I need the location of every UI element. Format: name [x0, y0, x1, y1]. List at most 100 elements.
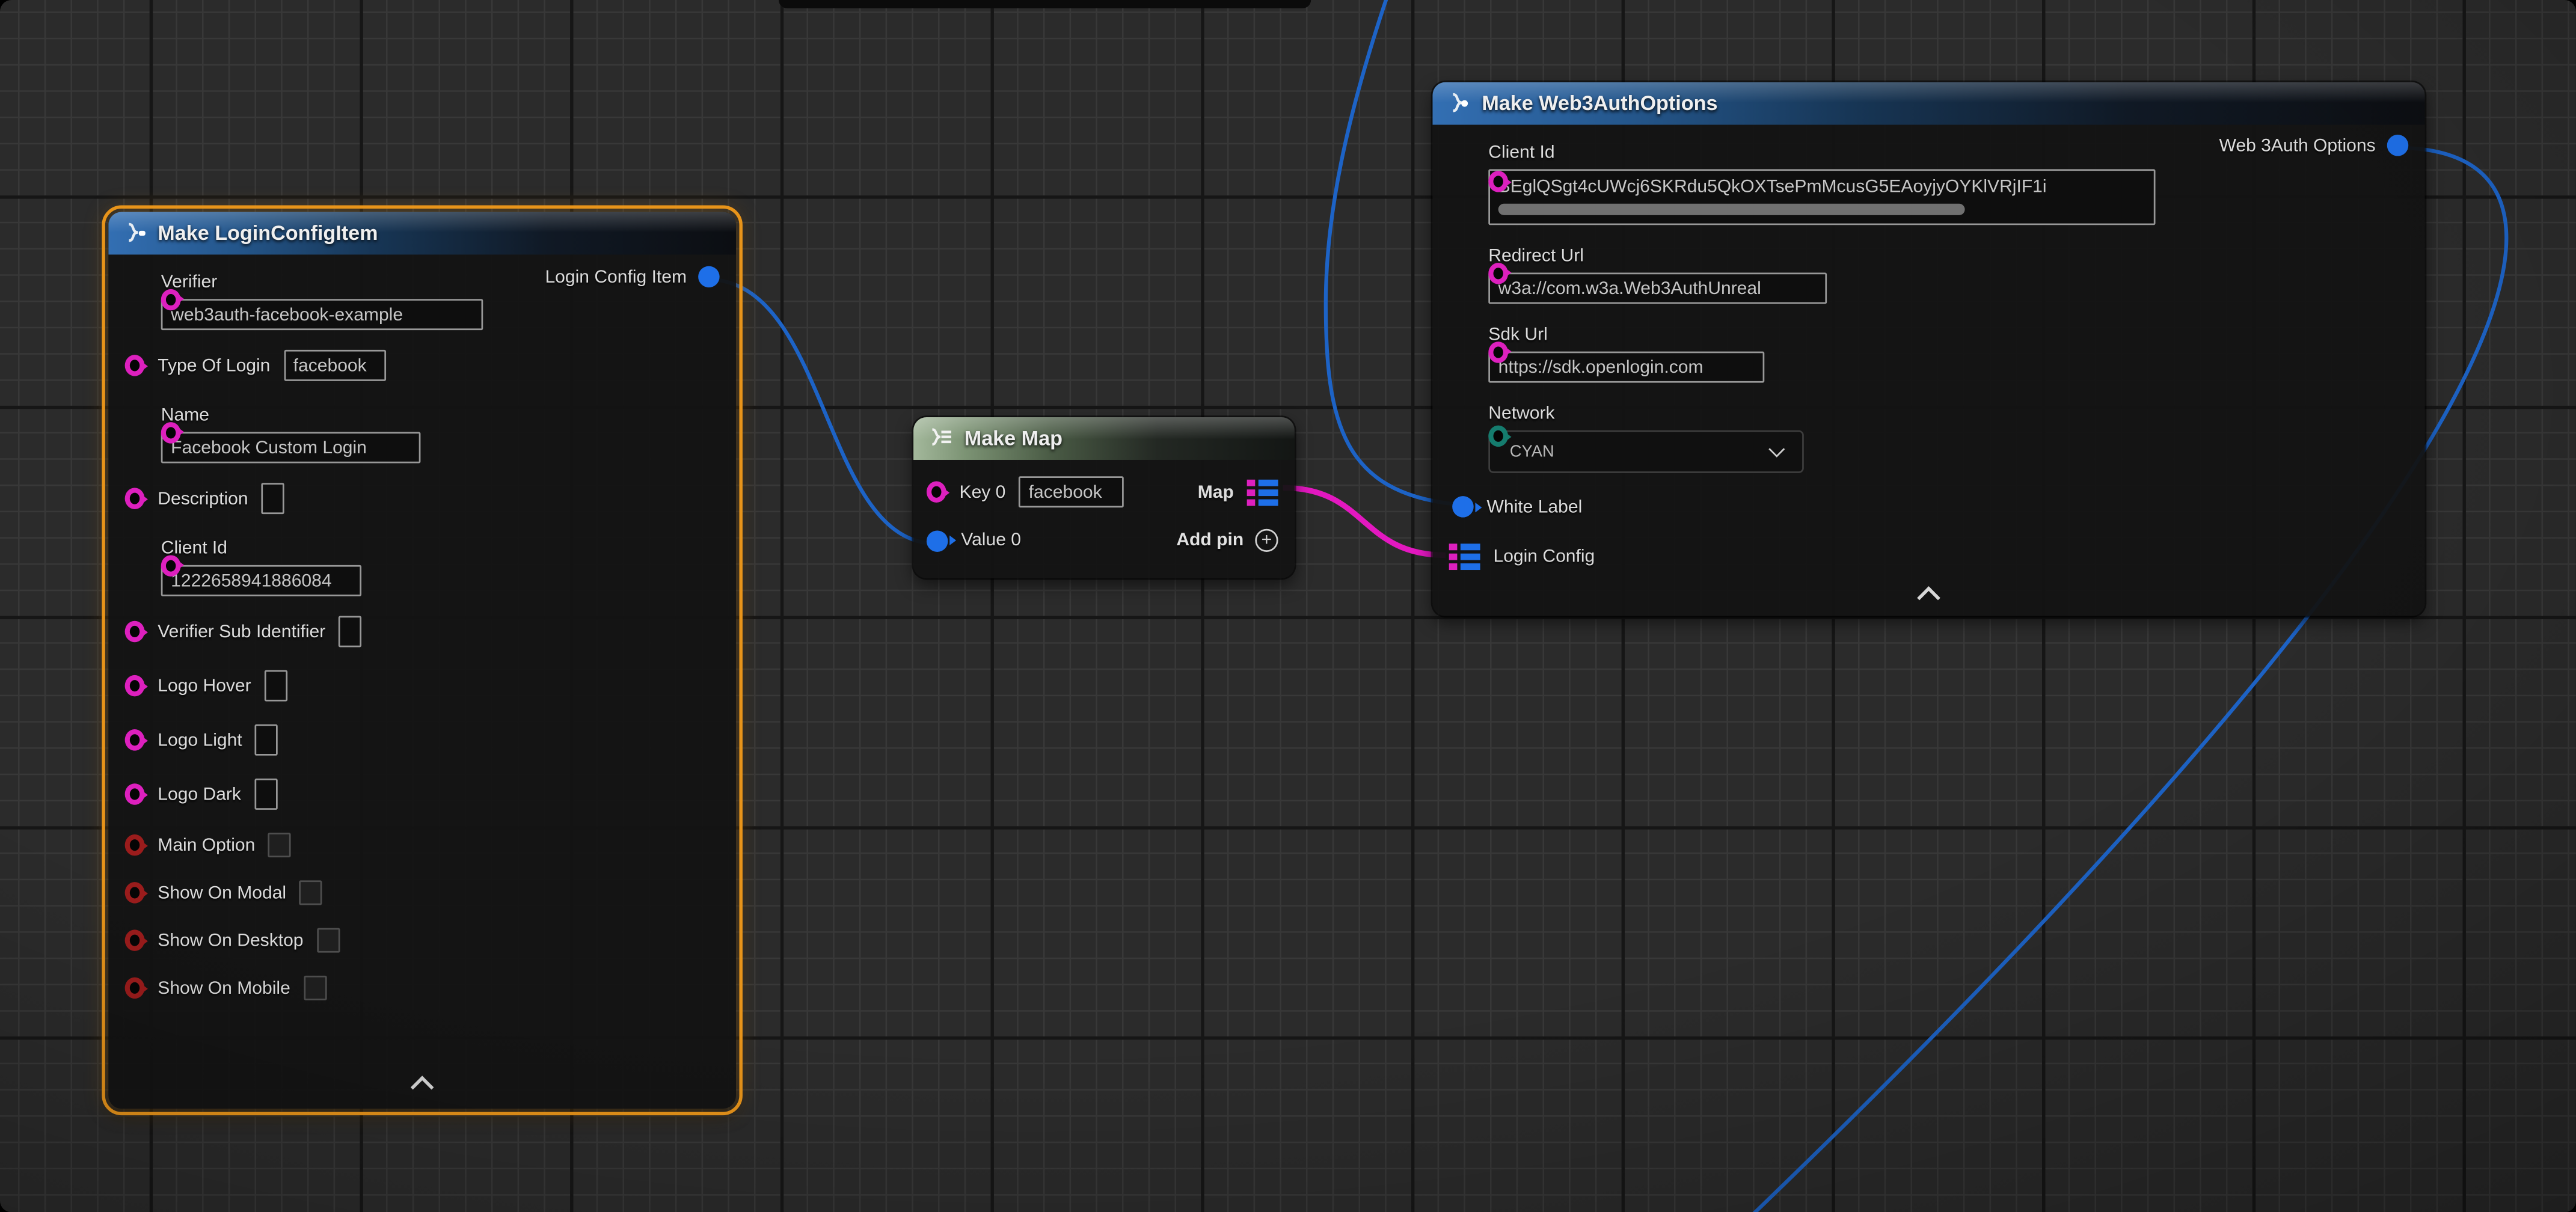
- pin-row-client-id: Client Id 1222658941886084: [125, 537, 723, 596]
- offscreen-node-edge[interactable]: [779, 0, 1311, 8]
- pin-label: Network: [1488, 402, 2411, 425]
- pin-row-value0: Value 0 Add pin: [927, 529, 1278, 552]
- pin-row-verifier: Verifier web3auth-facebook-example: [125, 271, 723, 330]
- client-id-input[interactable]: 1222658941886084: [161, 565, 361, 596]
- key0-input[interactable]: facebook: [1019, 476, 1124, 507]
- pin-label: Login Config: [1493, 547, 1595, 567]
- value0-pin[interactable]: [927, 530, 948, 551]
- pin-label: White Label: [1487, 497, 1583, 516]
- collapse-chevron-icon[interactable]: [411, 1076, 434, 1099]
- pin-row-description: Description: [125, 483, 723, 514]
- add-pin-label: Add pin: [1176, 530, 1244, 550]
- pin-row-white-label: White Label: [1452, 496, 2412, 518]
- network-pin[interactable]: [1488, 426, 1508, 447]
- main-option-pin[interactable]: [125, 834, 145, 856]
- node-header[interactable]: Make Map: [913, 417, 1295, 460]
- logo-light-pin[interactable]: [125, 729, 145, 751]
- pin-row-name: Name Facebook Custom Login: [125, 404, 723, 463]
- network-dropdown[interactable]: CYAN: [1488, 430, 1804, 473]
- pin-label: Show On Modal: [158, 883, 286, 903]
- name-input[interactable]: Facebook Custom Login: [161, 432, 421, 464]
- logo-light-input[interactable]: [256, 724, 278, 756]
- white-label-pin[interactable]: [1452, 496, 1474, 518]
- pin-label: Client Id: [161, 537, 723, 560]
- pin-row-sdk-url: Sdk Url https://sdk.openlogin.com: [1452, 323, 2412, 382]
- pin-row-logo-dark: Logo Dark: [125, 779, 723, 810]
- sdk-url-input[interactable]: https://sdk.openlogin.com: [1488, 352, 1764, 383]
- collapse-row: [108, 1074, 736, 1096]
- pin-label: Main Option: [158, 835, 255, 855]
- pin-label: Verifier Sub Identifier: [158, 622, 325, 641]
- client-id-scrollbar[interactable]: [1498, 204, 1964, 215]
- client-id-pin[interactable]: [1488, 171, 1508, 192]
- add-pin-plus-icon: [1255, 529, 1278, 552]
- pin-label: Client Id: [1488, 141, 2411, 164]
- description-pin[interactable]: [125, 488, 145, 509]
- pin-row-logo-hover: Logo Hover: [125, 670, 723, 702]
- make-struct-icon: [1447, 92, 1470, 115]
- collapse-chevron-icon[interactable]: [1917, 586, 1940, 610]
- show-on-desktop-pin[interactable]: [125, 929, 145, 951]
- pin-row-logo-light: Logo Light: [125, 724, 723, 756]
- graph-canvas[interactable]: Make LoginConfigItem Login Config Item V…: [0, 0, 2576, 1212]
- pin-label: Verifier: [161, 271, 723, 294]
- pin-row-redirect-url: Redirect Url w3a://com.w3a.Web3AuthUnrea…: [1452, 245, 2412, 304]
- logo-hover-pin[interactable]: [125, 675, 145, 697]
- key0-pin[interactable]: [927, 482, 946, 503]
- type-of-login-input[interactable]: facebook: [283, 350, 385, 381]
- node-title: Make Map: [964, 427, 1063, 450]
- add-pin-button[interactable]: Add pin: [1176, 529, 1278, 552]
- node-make-map[interactable]: Make Map Key 0 facebook Map: [913, 417, 1295, 578]
- pin-label: Logo Light: [158, 730, 242, 750]
- pin-row-network: Network CYAN: [1452, 402, 2412, 473]
- login-config-pin[interactable]: [1449, 543, 1480, 570]
- pin-label: Value 0: [961, 530, 1021, 550]
- show-on-modal-pin[interactable]: [125, 882, 145, 904]
- pin-row-login-config: Login Config: [1449, 543, 2412, 570]
- pin-label: Show On Desktop: [158, 931, 303, 950]
- description-input[interactable]: [261, 483, 284, 514]
- show-on-desktop-checkbox[interactable]: [316, 928, 339, 953]
- map-output-pin[interactable]: [1247, 479, 1278, 505]
- type-of-login-pin[interactable]: [125, 355, 145, 376]
- pin-label: Redirect Url: [1488, 245, 2411, 268]
- pin-label: Description: [158, 489, 248, 509]
- node-title: Make Web3AuthOptions: [1482, 92, 1717, 115]
- logo-dark-input[interactable]: [254, 779, 277, 810]
- node-title: Make LoginConfigItem: [158, 222, 378, 245]
- node-make-web3authoptions[interactable]: Make Web3AuthOptions Web 3Auth Options C…: [1432, 82, 2424, 616]
- pin-label: Show On Mobile: [158, 978, 290, 998]
- pin-row-show-on-modal: Show On Modal: [125, 880, 723, 905]
- show-on-mobile-checkbox[interactable]: [304, 976, 327, 1000]
- pin-row-type-of-login: Type Of Login facebook: [125, 350, 723, 381]
- blueprint-editor: Make LoginConfigItem Login Config Item V…: [0, 0, 2576, 1212]
- map-output-label: Map: [1198, 482, 1234, 502]
- show-on-modal-checkbox[interactable]: [299, 880, 322, 905]
- pin-row-main-option: Main Option: [125, 833, 723, 857]
- node-header[interactable]: Make LoginConfigItem: [108, 212, 736, 254]
- redirect-url-input[interactable]: w3a://com.w3a.Web3AuthUnreal: [1488, 273, 1827, 304]
- pin-label: Key 0: [960, 482, 1006, 502]
- show-on-mobile-pin[interactable]: [125, 978, 145, 999]
- pin-row-show-on-mobile: Show On Mobile: [125, 976, 723, 1000]
- node-header[interactable]: Make Web3AuthOptions: [1432, 82, 2424, 125]
- pin-label: Sdk Url: [1488, 323, 2411, 346]
- verifier-sub-identifier-input[interactable]: [339, 616, 361, 647]
- pin-row-verifier-sub-identifier: Verifier Sub Identifier: [125, 616, 723, 647]
- pin-label: Name: [161, 404, 723, 427]
- pin-row-show-on-desktop: Show On Desktop: [125, 928, 723, 953]
- chevron-down-icon: [1768, 441, 1785, 458]
- network-selected-value: CYAN: [1510, 442, 1554, 461]
- pin-row-key0: Key 0 facebook Map: [927, 476, 1278, 507]
- wire-loginconfigitem-to-value0[interactable]: [707, 279, 936, 543]
- logo-hover-input[interactable]: [265, 670, 287, 702]
- client-id-input[interactable]: BEglQSgt4cUWcj6SKRdu5QkOXTsePmMcusG5EAoy…: [1488, 169, 2155, 225]
- make-map-icon: [928, 427, 953, 450]
- main-option-checkbox[interactable]: [268, 833, 291, 857]
- verifier-input[interactable]: web3auth-facebook-example: [161, 299, 483, 330]
- node-make-loginconfigitem[interactable]: Make LoginConfigItem Login Config Item V…: [108, 212, 736, 1109]
- verifier-sub-identifier-pin[interactable]: [125, 621, 145, 643]
- pin-label: Logo Hover: [158, 676, 251, 696]
- make-struct-icon: [123, 222, 146, 245]
- logo-dark-pin[interactable]: [125, 783, 145, 805]
